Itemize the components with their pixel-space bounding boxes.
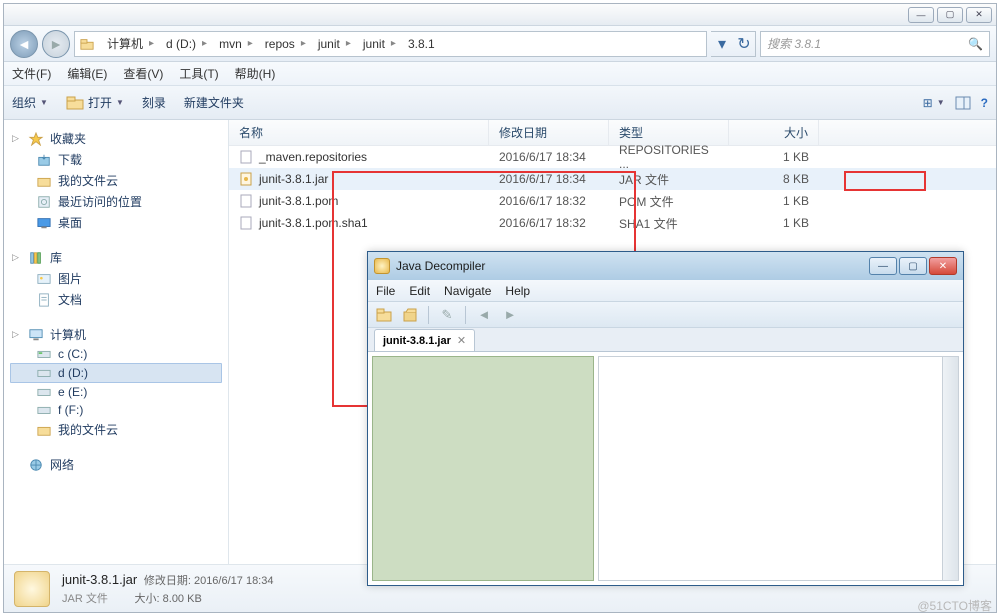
window-minimize-button[interactable]: — [908,7,934,23]
toolbar-open[interactable]: 打开 ▼ [66,94,124,111]
jd-open2-icon[interactable] [400,306,420,324]
tree-mycloud[interactable]: 我的文件云 [10,170,222,191]
tree-computer[interactable]: ▷计算机 [10,324,222,345]
crumb-dropdown-button[interactable]: ▾ [711,32,733,56]
jd-app-icon [374,258,390,274]
breadcrumb-item[interactable]: 3.8.1 [402,32,441,56]
watermark: @51CTO博客 [917,597,992,614]
breadcrumb-item[interactable]: repos▸ [259,32,312,56]
jd-back-icon[interactable]: ◄ [474,306,494,324]
jd-fwd-icon[interactable]: ► [500,306,520,324]
search-input[interactable]: 搜索 3.8.1 🔍 [760,31,990,57]
jd-menu-navigate[interactable]: Navigate [444,284,491,298]
menu-view[interactable]: 查看(V) [123,65,163,82]
nav-back-button[interactable]: ◄ [10,30,38,58]
jd-tab[interactable]: junit-3.8.1.jar ✕ [374,329,475,351]
menu-file[interactable]: 文件(F) [12,65,51,82]
window-close-button[interactable]: ✕ [966,7,992,23]
java-decompiler-window: Java Decompiler — ▢ ✕ File Edit Navigate… [367,251,964,586]
toolbar-new-folder[interactable]: 新建文件夹 [184,94,244,111]
status-filename: junit-3.8.1.jar [62,572,137,587]
file-row[interactable]: _maven.repositories 2016/6/17 18:34 REPO… [229,146,996,168]
jd-open-icon[interactable] [374,306,394,324]
jd-tree-panel[interactable] [372,356,594,581]
menu-help[interactable]: 帮助(H) [235,65,276,82]
toolbar-help-button[interactable]: ? [981,96,988,110]
jd-scrollbar[interactable] [942,357,958,580]
breadcrumb-item[interactable]: d (D:)▸ [160,32,213,56]
col-type[interactable]: 类型 [609,120,729,145]
window-maximize-button[interactable]: ▢ [937,7,963,23]
status-filetype: JAR 文件 [62,593,108,605]
nav-forward-button[interactable]: ► [42,30,70,58]
toolbar-organize[interactable]: 组织 ▼ [12,94,48,111]
jd-close-button[interactable]: ✕ [929,257,957,275]
search-icon: 🔍 [968,37,983,51]
menu-tools[interactable]: 工具(T) [179,65,218,82]
window-titlebar: — ▢ ✕ [4,4,996,26]
toolbar-burn[interactable]: 刻录 [142,94,166,111]
breadcrumb-item[interactable]: junit▸ [312,32,357,56]
tree-recent[interactable]: 最近访问的位置 [10,191,222,212]
nav-tree: ▷收藏夹 下载 我的文件云 最近访问的位置 桌面 ▷库 图片 文档 ▷计算机 c… [4,120,229,564]
menubar: 文件(F) 编辑(E) 查看(V) 工具(T) 帮助(H) [4,62,996,86]
tree-desktop[interactable]: 桌面 [10,212,222,233]
jd-body [368,352,963,585]
toolbar: 组织 ▼ 打开 ▼ 刻录 新建文件夹 ⊞ ▼ ? [4,86,996,120]
tree-downloads[interactable]: 下载 [10,149,222,170]
file-row[interactable]: junit-3.8.1.pom 2016/6/17 18:32 POM 文件 1… [229,190,996,212]
jd-maximize-button[interactable]: ▢ [899,257,927,275]
jd-title-text: Java Decompiler [396,259,485,273]
jd-menu-help[interactable]: Help [505,284,530,298]
tree-mycloud2[interactable]: 我的文件云 [10,419,222,440]
file-list: _maven.repositories 2016/6/17 18:34 REPO… [229,146,996,234]
breadcrumb-item[interactable]: junit▸ [357,32,402,56]
file-row[interactable]: junit-3.8.1.jar 2016/6/17 18:34 JAR 文件 8… [229,168,996,190]
tree-documents[interactable]: 文档 [10,289,222,310]
toolbar-preview-button[interactable] [955,96,971,110]
jd-tab-label: junit-3.8.1.jar [383,335,451,347]
tree-network[interactable]: 网络 [10,454,222,475]
jd-minimize-button[interactable]: — [869,257,897,275]
menu-edit[interactable]: 编辑(E) [67,65,107,82]
jd-source-panel[interactable] [598,356,959,581]
tree-drive-c[interactable]: c (C:) [10,345,222,363]
tree-drive-d[interactable]: d (D:) [10,363,222,383]
tree-favorites[interactable]: ▷收藏夹 [10,128,222,149]
breadcrumb-item[interactable]: 计算机▸ [101,32,160,56]
tree-libraries[interactable]: ▷库 [10,247,222,268]
jd-menu-edit[interactable]: Edit [409,284,430,298]
crumb-refresh-group: ▾ ↻ [711,31,756,57]
breadcrumb[interactable]: 计算机▸ d (D:)▸ mvn▸ repos▸ junit▸ junit▸ 3… [74,31,707,57]
tree-drive-e[interactable]: e (E:) [10,383,222,401]
jd-tabbar: junit-3.8.1.jar ✕ [368,328,963,352]
col-size[interactable]: 大小 [729,120,819,145]
col-date[interactable]: 修改日期 [489,120,609,145]
search-placeholder: 搜索 3.8.1 [767,35,821,52]
jd-tab-close-icon[interactable]: ✕ [457,334,466,347]
file-row[interactable]: junit-3.8.1.pom.sha1 2016/6/17 18:32 SHA… [229,212,996,234]
status-file-icon [14,571,50,607]
toolbar-view-button[interactable]: ⊞ ▼ [923,96,945,110]
breadcrumb-item[interactable]: mvn▸ [213,32,259,56]
jd-titlebar[interactable]: Java Decompiler — ▢ ✕ [368,252,963,280]
jd-toolbar: ✎ ◄ ► [368,302,963,328]
jd-wand-icon[interactable]: ✎ [437,306,457,324]
nav-row: ◄ ► 计算机▸ d (D:)▸ mvn▸ repos▸ junit▸ juni… [4,26,996,62]
refresh-button[interactable]: ↻ [733,32,755,56]
jd-menubar: File Edit Navigate Help [368,280,963,302]
tree-pictures[interactable]: 图片 [10,268,222,289]
col-name[interactable]: 名称 [229,120,489,145]
jd-menu-file[interactable]: File [376,284,395,298]
tree-drive-f[interactable]: f (F:) [10,401,222,419]
